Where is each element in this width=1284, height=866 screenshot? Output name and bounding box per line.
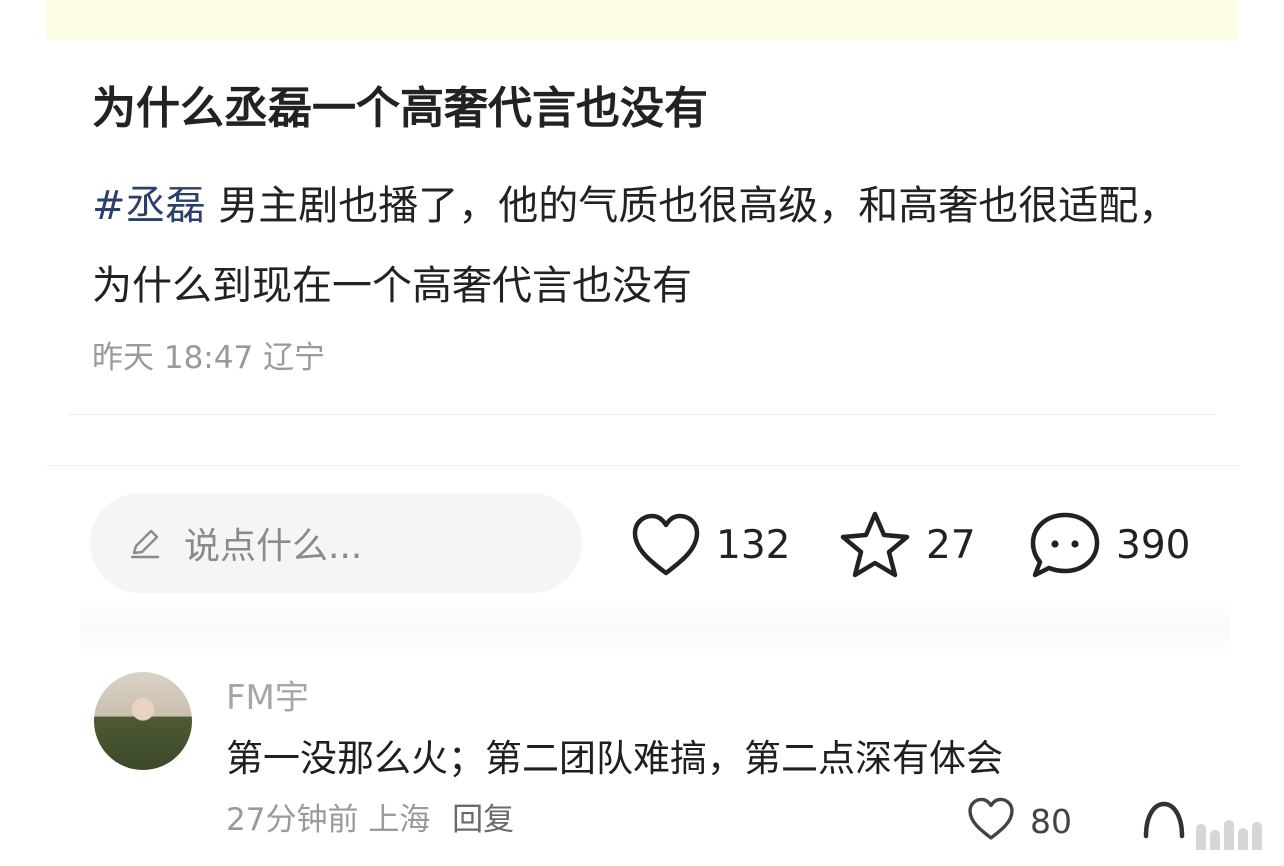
post-hashtag[interactable]: #丞磊 <box>92 183 206 229</box>
comment-text: 第一没那么火；第二团队难搞，第二点深有体会 <box>226 737 1003 780</box>
divider <box>46 465 1238 466</box>
like-count: 132 <box>716 522 791 568</box>
heart-icon <box>966 796 1016 846</box>
post-title: 为什么丞磊一个高奢代言也没有 <box>92 83 708 134</box>
comment-location: 上海 <box>368 802 431 838</box>
pencil-icon <box>126 524 164 562</box>
fade-band <box>80 598 1230 658</box>
top-banner-strip <box>46 0 1238 40</box>
post-time: 昨天 18:47 <box>92 340 254 376</box>
comment-like-button[interactable]: 80 <box>966 796 1072 846</box>
star-icon <box>838 509 912 581</box>
post-location: 辽宁 <box>263 340 326 376</box>
favorite-button[interactable]: 27 <box>838 505 976 585</box>
comment-meta: 27分钟前 上海 回复 <box>226 798 514 842</box>
comment-item: FM宇 第一没那么火；第二团队难搞，第二点深有体会 27分钟前 上海 回复 80 <box>0 668 1284 866</box>
comment-count: 390 <box>1116 522 1191 568</box>
post-body: #丞磊 男主剧也播了，他的气质也很高级，和高奢也很适配，为什么到现在一个高奢代言… <box>92 166 1202 326</box>
post-meta: 昨天 18:47 辽宁 <box>92 336 325 380</box>
more-icon[interactable] <box>1140 796 1188 844</box>
reply-button[interactable]: 回复 <box>452 802 514 838</box>
comment-time: 27分钟前 <box>226 802 359 838</box>
comment-input-placeholder: 说点什么... <box>184 526 363 567</box>
post-body-text: 男主剧也播了，他的气质也很高级，和高奢也很适配，为什么到现在一个高奢代言也没有 <box>92 183 1179 309</box>
comment-button[interactable]: 390 <box>1028 505 1190 585</box>
divider <box>68 414 1216 415</box>
watermark-logo <box>1196 820 1262 850</box>
comment-input[interactable]: 说点什么... <box>90 493 582 593</box>
heart-icon <box>630 511 702 579</box>
commenter-name[interactable]: FM宇 <box>226 676 309 720</box>
avatar[interactable] <box>94 672 192 770</box>
favorite-count: 27 <box>926 522 976 568</box>
like-button[interactable]: 132 <box>630 505 790 585</box>
speech-bubble-icon <box>1028 509 1102 581</box>
comment-like-count: 80 <box>1030 801 1072 841</box>
